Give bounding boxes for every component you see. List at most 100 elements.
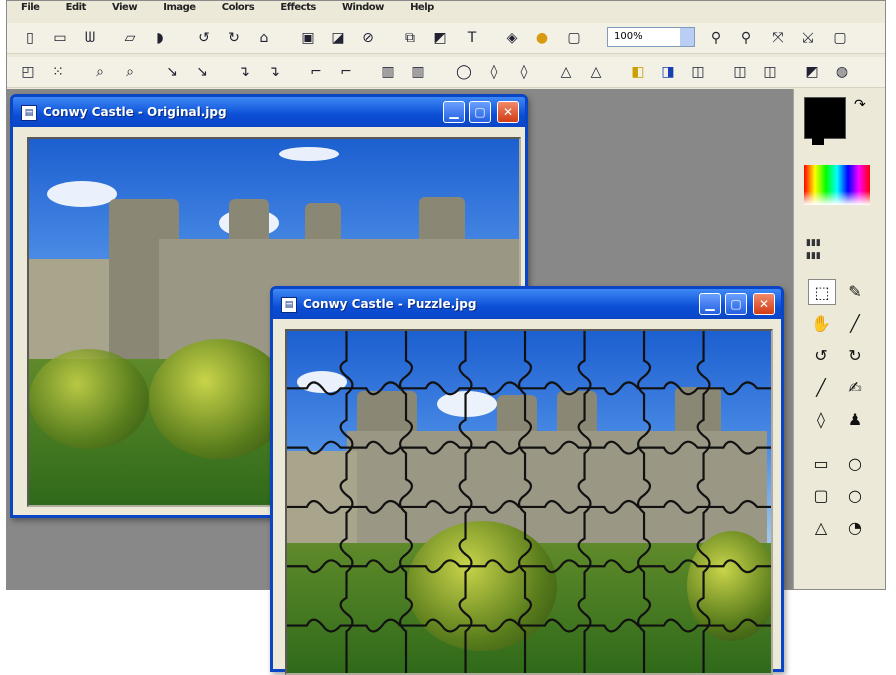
rectangle-tool[interactable]: ▭ [808, 451, 834, 475]
border-icon[interactable]: ◫ [759, 62, 781, 82]
cut-icon[interactable]: ◗ [149, 28, 171, 48]
menu-effects[interactable]: Effects [280, 2, 316, 13]
open-icon[interactable]: ▭ [49, 28, 71, 48]
fill-icon[interactable]: ◈ [501, 28, 523, 48]
puzzle-canvas[interactable] [285, 329, 773, 675]
dodge-icon[interactable]: ◊ [513, 62, 535, 82]
print-icon[interactable]: ▱ [119, 28, 141, 48]
lasso-icon[interactable]: ⌕ [119, 62, 141, 82]
menu-help[interactable]: Help [410, 2, 434, 13]
line-tool[interactable]: ╱ [842, 311, 868, 335]
tool-panel: ↷ ▮▮▮ ▮▮▮ ⬚ ✎ ✋ ╱ ↺ ↻ ╱ ✍ ◊ ♟ ▭ ○ ▢ ○ △ ◔ [793, 89, 885, 589]
actual-size-icon[interactable]: ⤩ [797, 28, 819, 48]
freeform-tool[interactable]: ◔ [842, 515, 868, 539]
maximize-button[interactable]: ▢ [725, 293, 747, 315]
brush-icon[interactable]: ⌐ [305, 62, 327, 82]
zoom-out-icon[interactable]: ⚲ [735, 28, 757, 48]
pen-tool[interactable]: ✍ [842, 375, 868, 399]
title-bar[interactable]: ▤ Conwy Castle - Puzzle.jpg ▁ ▢ ✕ [273, 289, 781, 319]
color-icon[interactable]: ● [531, 28, 553, 48]
puzzle-grid-overlay [287, 331, 771, 673]
eraser-icon[interactable]: ▥ [377, 62, 399, 82]
close-button[interactable]: ✕ [497, 101, 519, 123]
zoom-value: 100% [614, 31, 643, 42]
copy-icon[interactable]: ↺ [193, 28, 215, 48]
menu-image[interactable]: Image [163, 2, 196, 13]
window-title: Conwy Castle - Puzzle.jpg [303, 297, 477, 311]
brush-tool[interactable]: ╱ [808, 375, 834, 399]
cloud [47, 181, 117, 207]
resize-icon[interactable]: ▣ [297, 28, 319, 48]
hand-tool[interactable]: ✋ [808, 311, 834, 335]
menu-colors[interactable]: Colors [222, 2, 255, 13]
paste-icon[interactable]: ↻ [223, 28, 245, 48]
zoom-select[interactable]: 100% [607, 27, 695, 47]
crop-icon[interactable]: ◪ [327, 28, 349, 48]
histogram-icon[interactable]: ▢ [563, 28, 585, 48]
adjust-icon[interactable]: ◩ [801, 62, 823, 82]
ellipse-tool[interactable]: ○ [842, 451, 868, 475]
swap-colors-icon[interactable]: ↷ [854, 97, 866, 113]
blur-icon[interactable]: ◯ [453, 62, 475, 82]
effect-icon[interactable]: ◨ [657, 62, 679, 82]
color-values: ▮▮▮ ▮▮▮ [806, 238, 821, 261]
cloud [279, 147, 339, 161]
tree [29, 349, 149, 449]
save-icon[interactable]: ᗯ [79, 28, 101, 48]
undo-icon[interactable]: ⌂ [253, 28, 275, 48]
minimize-button[interactable]: ▁ [443, 101, 465, 123]
layers-icon[interactable]: ◧ [627, 62, 649, 82]
curve-tool[interactable]: ↻ [842, 343, 868, 367]
color-palette[interactable] [804, 165, 870, 205]
tree [149, 339, 289, 459]
close-button[interactable]: ✕ [753, 293, 775, 315]
title-bar[interactable]: ▤ Conwy Castle - Original.jpg ▁ ▢ ✕ [13, 97, 525, 127]
drop-tool[interactable]: ◊ [808, 407, 834, 431]
burn-icon[interactable]: △ [555, 62, 577, 82]
rounded-rect-tool[interactable]: ▢ [808, 483, 834, 507]
select-tool[interactable]: ⬚ [808, 279, 836, 305]
tools-toolbar: ◰ ⁙ ⌕ ⌕ ↘ ↘ ↴ ↴ ⌐ ⌐ ▥ ▥ ◯ ◊ ◊ △ △ ◧ ◨ ◫ … [7, 57, 885, 88]
effect-icon[interactable]: ◩ [429, 28, 451, 48]
default-colors-icon[interactable] [812, 137, 824, 145]
smudge-icon[interactable]: △ [585, 62, 607, 82]
magic-wand-icon[interactable]: ↘ [161, 62, 183, 82]
main-toolbar: ▯ ▭ ᗯ ▱ ◗ ↺ ↻ ⌂ ▣ ◪ ⊘ ⧉ ◩ T ◈ ● ▢ 100% ⚲… [7, 23, 885, 54]
line-icon[interactable]: ↴ [233, 62, 255, 82]
menu-file[interactable]: File [21, 2, 40, 13]
menu-view[interactable]: View [112, 2, 138, 13]
document-icon: ▤ [281, 297, 297, 313]
curve-icon[interactable]: ↴ [263, 62, 285, 82]
select-ellipse-icon[interactable]: ⁙ [47, 62, 69, 82]
new-icon[interactable]: ▯ [19, 28, 41, 48]
stamp-tool[interactable]: ♟ [842, 407, 868, 431]
lasso-tool[interactable]: ↺ [808, 343, 834, 367]
text-icon[interactable]: T [461, 28, 483, 48]
eyedropper-tool[interactable]: ✎ [842, 279, 868, 303]
fit-icon[interactable]: ⤧ [767, 28, 789, 48]
puzzle-icon[interactable]: ◫ [687, 62, 709, 82]
minimize-button[interactable]: ▁ [699, 293, 721, 315]
clone-icon[interactable]: ▥ [407, 62, 429, 82]
menu-window[interactable]: Window [342, 2, 384, 13]
flip-icon[interactable]: ⧉ [399, 28, 421, 48]
sharpen-icon[interactable]: ◊ [483, 62, 505, 82]
pan-icon[interactable]: ↘ [191, 62, 213, 82]
select-rect-icon[interactable]: ◰ [17, 62, 39, 82]
window-title: Conwy Castle - Original.jpg [43, 105, 227, 119]
circle-tool[interactable]: ○ [842, 483, 868, 507]
filter-icon[interactable]: ◍ [831, 62, 853, 82]
frame-icon[interactable]: ◫ [729, 62, 751, 82]
menu-bar: File Edit View Image Colors Effects Wind… [7, 1, 885, 19]
rotate-icon[interactable]: ⊘ [357, 28, 379, 48]
puzzle-image-window: ▤ Conwy Castle - Puzzle.jpg ▁ ▢ ✕ [270, 286, 784, 675]
move-icon[interactable]: ⌕ [89, 62, 111, 82]
menu-edit[interactable]: Edit [66, 2, 87, 13]
maximize-button[interactable]: ▢ [469, 101, 491, 123]
primary-color-swatch[interactable] [804, 97, 846, 139]
polygon-tool[interactable]: △ [808, 515, 834, 539]
fullscreen-icon[interactable]: ▢ [829, 28, 851, 48]
chevron-down-icon[interactable] [680, 28, 694, 46]
zoom-in-icon[interactable]: ⚲ [705, 28, 727, 48]
pencil-icon[interactable]: ⌐ [335, 62, 357, 82]
